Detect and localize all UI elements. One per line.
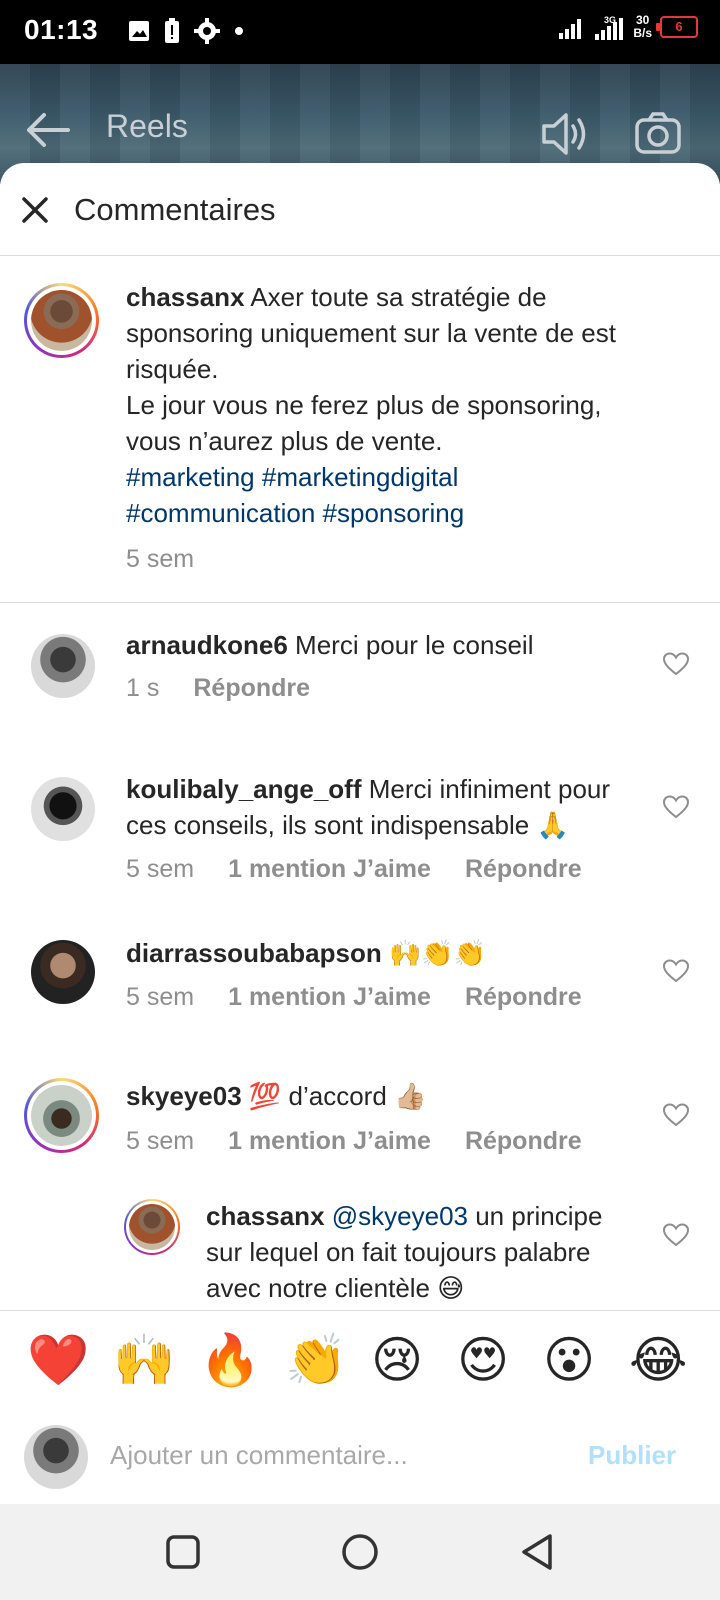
reply-username[interactable]: chassanx [206,1201,325,1231]
caption-avatar-ring[interactable] [24,283,99,358]
reply-button[interactable]: Répondre [465,983,582,1012]
recent-apps-icon[interactable] [166,1535,200,1569]
signal-icon [559,19,582,39]
comment-text: arnaudkone6 Merci pour le conseil [126,630,534,660]
avatar[interactable] [31,940,95,1004]
battery-icon: 6 [656,16,698,38]
emoji-fire[interactable]: 🔥 [199,1333,261,1387]
back-arrow-icon[interactable] [24,112,70,148]
close-icon[interactable] [21,196,49,224]
divider [0,602,720,603]
comments-title: Commentaires [74,192,276,227]
like-heart-icon[interactable] [663,652,689,676]
back-nav-icon[interactable] [520,1533,554,1571]
avatar[interactable] [31,777,95,841]
home-icon[interactable] [341,1533,379,1571]
comment-meta: 5 sem 1 mention J’aime Répondre [126,1127,582,1156]
likes-count[interactable]: 1 mention J’aime [228,983,431,1012]
like-heart-icon[interactable] [663,1223,689,1247]
reels-title: Reels [106,108,188,144]
signal-3g-icon: 3G [595,15,624,40]
notification-dot-icon [235,27,243,35]
avatar [31,1085,92,1146]
caption-username[interactable]: chassanx [126,282,245,312]
avatar[interactable] [31,634,95,698]
user-avatar [24,1425,88,1489]
comment-meta: 5 sem 1 mention J’aime Répondre [126,983,582,1012]
hashtag[interactable]: #communication [126,498,315,528]
hashtag[interactable]: #sponsoring [323,498,465,528]
comment-username[interactable]: arnaudkone6 [126,630,288,660]
emoji-clapping[interactable]: 👏 [285,1333,347,1387]
comment-text: diarrassoubabapson 🙌👏👏 [126,938,487,968]
reply-button[interactable]: Répondre [465,1127,582,1156]
comment-meta: 5 sem 1 mention J’aime Répondre [126,855,582,884]
speaker-icon[interactable] [540,110,590,158]
hashtag[interactable]: #marketing [126,462,255,492]
status-bar: 01:13 3G 30 B/s 6 [0,0,720,64]
comment-username[interactable]: skyeye03 [126,1081,242,1111]
likes-count[interactable]: 1 mention J’aime [228,1127,431,1156]
status-time: 01:13 [24,14,99,45]
emoji-heart-eyes[interactable]: 😍 [457,1333,509,1387]
comment-username[interactable]: koulibaly_ange_off [126,774,362,804]
likes-count[interactable]: 1 mention J’aime [228,855,431,884]
comment-username[interactable]: diarrassoubabapson [126,938,382,968]
like-heart-icon[interactable] [663,959,689,983]
battery-alert-icon [165,18,179,43]
emoji-surprised[interactable]: 😮 [543,1333,595,1387]
like-heart-icon[interactable] [663,1103,689,1127]
comment-input[interactable]: Ajouter un commentaire... [110,1440,408,1471]
comment-text: skyeye03 💯 d’accord 👍🏼 [126,1081,427,1111]
comment-meta: 1 s Répondre [126,674,311,703]
emoji-laughing[interactable]: 😂 [629,1333,687,1387]
camera-icon[interactable] [635,112,681,154]
reply-avatar-ring[interactable] [124,1199,180,1255]
publish-button[interactable]: Publier [588,1440,676,1471]
network-speed: 30 B/s [633,13,652,40]
gallery-icon [129,21,149,41]
emoji-quick-bar [0,1310,720,1410]
reply-text: chassanx @skyeye03 un principe sur leque… [206,1201,603,1303]
caption-text: chassanx Axer toute sa stratégie de spon… [126,282,616,528]
avatar-ring[interactable] [24,1078,99,1153]
avatar [129,1204,175,1250]
caption-meta: 5 sem [126,545,195,573]
hashtag[interactable]: #marketingdigital [262,462,459,492]
avatar [31,290,92,351]
mention-link[interactable]: @skyeye03 [325,1201,468,1231]
reply-button[interactable]: Répondre [193,674,310,703]
reply-button[interactable]: Répondre [465,855,582,884]
comment-text: koulibaly_ange_off Merci infiniment pour… [126,774,611,840]
emoji-crying[interactable]: 😢 [371,1333,423,1387]
like-heart-icon[interactable] [663,795,689,819]
emoji-heart[interactable]: ❤️ [27,1333,89,1387]
settings-icon [194,18,220,44]
emoji-raised-hands[interactable]: 🙌 [113,1333,175,1387]
